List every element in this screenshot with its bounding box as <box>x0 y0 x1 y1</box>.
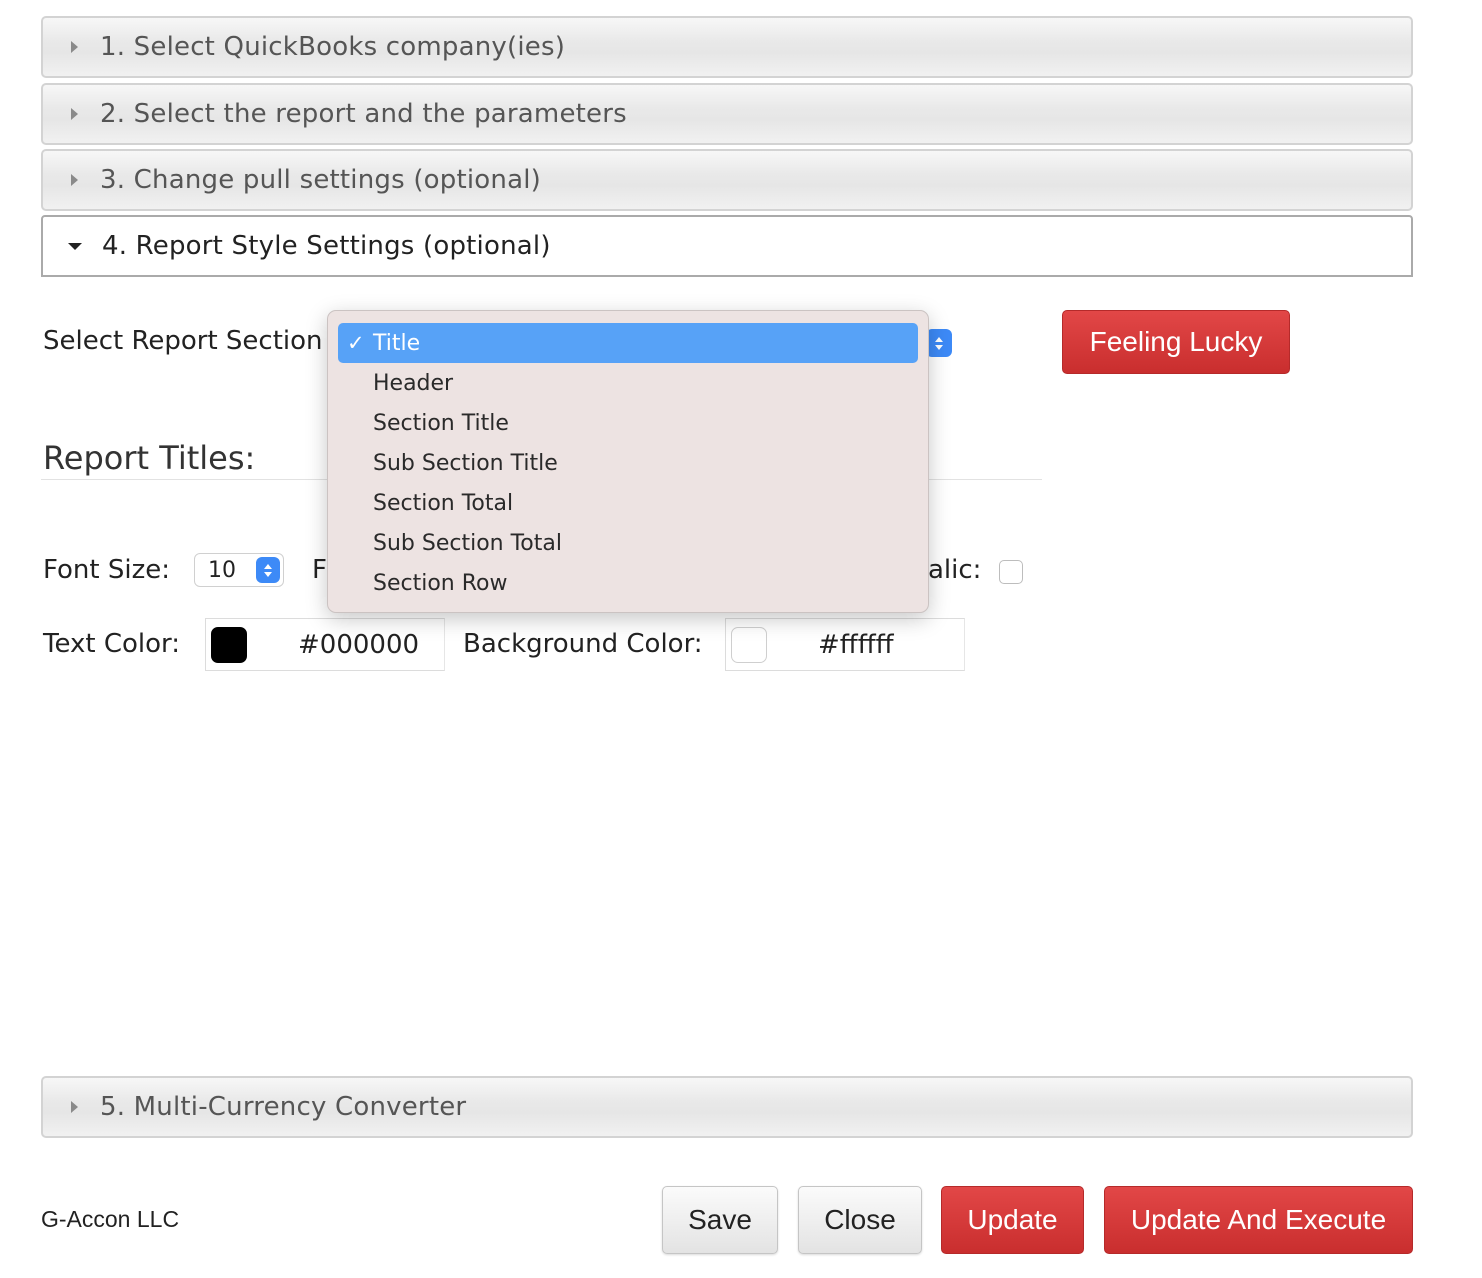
accordion-header-report-parameters[interactable]: 2. Select the report and the parameters <box>41 83 1413 145</box>
chevron-down-icon <box>264 571 272 577</box>
accordion-header-label: 2. Select the report and the parameters <box>100 99 627 129</box>
accordion-header-multi-currency[interactable]: 5. Multi-Currency Converter <box>41 1076 1413 1138</box>
font-size-select[interactable]: 10 <box>194 553 284 587</box>
text-color-swatch[interactable] <box>211 626 247 663</box>
caret-right-icon <box>71 108 78 120</box>
font-size-dropdown-arrow <box>256 557 280 583</box>
dropdown-option-label: Section Title <box>373 410 509 436</box>
caret-right-icon <box>71 41 78 53</box>
company-name: G-Accon LLC <box>41 1206 180 1232</box>
background-color-swatch[interactable] <box>731 626 767 663</box>
dropdown-option-section-title[interactable]: Section Title <box>338 403 918 443</box>
background-color-label: Background Color: <box>463 629 703 659</box>
dropdown-option-section-total[interactable]: Section Total <box>338 483 918 523</box>
italic-label-partial: alic: <box>928 555 982 585</box>
dropdown-option-title[interactable]: ✓ Title <box>338 323 918 363</box>
dropdown-option-sub-section-total[interactable]: Sub Section Total <box>338 523 918 563</box>
close-button[interactable]: Close <box>798 1186 922 1254</box>
font-size-value: 10 <box>208 558 236 583</box>
accordion-header-report-style[interactable]: 4. Report Style Settings (optional) <box>41 215 1413 277</box>
caret-right-icon <box>71 174 78 186</box>
accordion-header-label: 3. Change pull settings (optional) <box>100 165 541 195</box>
save-button[interactable]: Save <box>662 1186 778 1254</box>
italic-checkbox[interactable] <box>999 560 1023 584</box>
update-button[interactable]: Update <box>941 1186 1084 1254</box>
accordion-header-companies[interactable]: 1. Select QuickBooks company(ies) <box>41 16 1413 78</box>
dropdown-option-section-row[interactable]: Section Row <box>338 563 918 603</box>
dropdown-option-label: Title <box>373 330 421 356</box>
update-and-execute-button[interactable]: Update And Execute <box>1104 1186 1413 1254</box>
feeling-lucky-button[interactable]: Feeling Lucky <box>1062 310 1290 374</box>
select-report-section-label: Select Report Section <box>43 326 323 356</box>
select-report-section-dropdown-arrow[interactable] <box>926 329 952 357</box>
accordion-header-label: 1. Select QuickBooks company(ies) <box>100 32 566 62</box>
caret-right-icon <box>71 1101 78 1113</box>
chevron-up-icon <box>264 563 272 569</box>
background-color-picker[interactable]: #ffffff <box>725 618 965 671</box>
dropdown-option-label: Section Total <box>373 490 514 516</box>
caret-down-icon <box>68 242 82 250</box>
font-size-label: Font Size: <box>43 555 171 585</box>
report-titles-heading: Report Titles: <box>43 439 256 477</box>
dropdown-option-label: Section Row <box>373 570 508 596</box>
accordion-header-label: 4. Report Style Settings (optional) <box>102 231 551 261</box>
dropdown-option-label: Header <box>373 370 454 396</box>
chevron-up-icon <box>935 336 943 342</box>
text-color-label: Text Color: <box>43 629 181 659</box>
accordion-header-pull-settings[interactable]: 3. Change pull settings (optional) <box>41 149 1413 211</box>
accordion-header-label: 5. Multi-Currency Converter <box>100 1092 467 1122</box>
chevron-down-icon <box>935 344 943 350</box>
dropdown-option-label: Sub Section Title <box>373 450 558 476</box>
font-label-partial: F <box>312 555 327 585</box>
dropdown-option-label: Sub Section Total <box>373 530 562 556</box>
text-color-picker[interactable]: #000000 <box>205 618 445 671</box>
dropdown-option-header[interactable]: Header <box>338 363 918 403</box>
checkmark-icon: ✓ <box>347 331 365 355</box>
report-section-dropdown-menu[interactable]: ✓ Title Header Section Title Sub Section… <box>327 310 929 613</box>
text-color-value: #000000 <box>298 629 420 660</box>
background-color-value: #ffffff <box>818 629 894 660</box>
dropdown-option-sub-section-title[interactable]: Sub Section Title <box>338 443 918 483</box>
